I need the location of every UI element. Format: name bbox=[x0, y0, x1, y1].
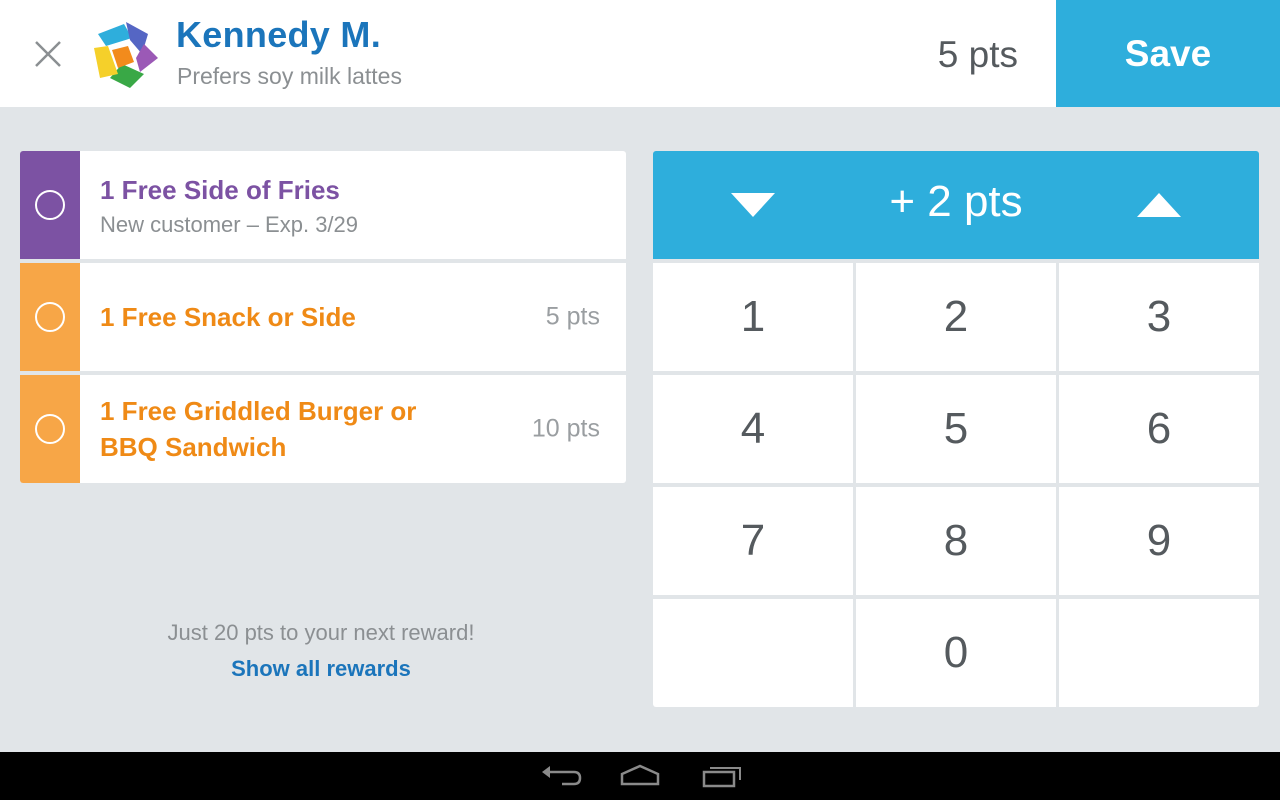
triangle-up-icon bbox=[1137, 193, 1181, 217]
key-6[interactable]: 6 bbox=[1059, 375, 1259, 483]
increment-button[interactable] bbox=[1099, 151, 1219, 259]
points-adjuster: + 2 pts bbox=[653, 151, 1259, 259]
key-8[interactable]: 8 bbox=[856, 487, 1056, 595]
reward-body: 1 Free Side of Fries New customer – Exp.… bbox=[80, 151, 626, 259]
reward-points: 10 pts bbox=[531, 414, 600, 443]
close-button[interactable] bbox=[28, 34, 68, 74]
reward-item-fries[interactable]: 1 Free Side of Fries New customer – Exp.… bbox=[20, 151, 626, 259]
show-all-rewards-link[interactable]: Show all rewards bbox=[20, 656, 622, 682]
reward-item-burger[interactable]: 1 Free Griddled Burger or BBQ Sandwich 1… bbox=[20, 371, 626, 483]
reward-accent-strip bbox=[20, 263, 80, 371]
reward-accent-strip bbox=[20, 151, 80, 259]
key-4[interactable]: 4 bbox=[653, 375, 853, 483]
key-3[interactable]: 3 bbox=[1059, 263, 1259, 371]
save-button[interactable]: Save bbox=[1056, 0, 1280, 107]
points-value: + 2 pts bbox=[889, 177, 1023, 226]
key-9[interactable]: 9 bbox=[1059, 487, 1259, 595]
customer-name: Kennedy M. bbox=[176, 14, 382, 55]
key-1[interactable]: 1 bbox=[653, 263, 853, 371]
recent-apps-button[interactable] bbox=[694, 760, 750, 792]
points-keypad: + 2 pts 1 2 3 4 5 6 7 8 9 0 bbox=[653, 151, 1259, 707]
reward-body: 1 Free Griddled Burger or BBQ Sandwich 1… bbox=[80, 375, 626, 483]
reward-accent-strip bbox=[20, 375, 80, 483]
system-nav-bar bbox=[0, 752, 1280, 800]
recent-apps-icon bbox=[702, 767, 741, 788]
next-reward-text: Just 20 pts to your next reward! bbox=[167, 620, 475, 645]
customer-note: Prefers soy milk lattes bbox=[177, 63, 402, 89]
reward-title: 1 Free Side of Fries bbox=[100, 175, 340, 205]
key-empty-left bbox=[653, 599, 853, 707]
number-keys: 1 2 3 4 5 6 7 8 9 0 bbox=[653, 263, 1259, 707]
points-total: 5 pts bbox=[937, 34, 1018, 75]
radio-button[interactable] bbox=[35, 302, 65, 332]
reward-points: 5 pts bbox=[545, 302, 600, 331]
home-icon bbox=[620, 764, 660, 786]
radio-button[interactable] bbox=[35, 414, 65, 444]
triangle-down-icon bbox=[731, 193, 775, 217]
back-icon bbox=[542, 766, 582, 786]
key-0[interactable]: 0 bbox=[856, 599, 1056, 707]
key-5[interactable]: 5 bbox=[856, 375, 1056, 483]
reward-item-snack[interactable]: 1 Free Snack or Side 5 pts bbox=[20, 259, 626, 371]
key-empty-right bbox=[1059, 599, 1259, 707]
rewards-list: 1 Free Side of Fries New customer – Exp.… bbox=[20, 151, 626, 483]
pinwheel-logo-icon bbox=[88, 16, 162, 90]
radio-button[interactable] bbox=[35, 190, 65, 220]
reward-subtitle: New customer – Exp. 3/29 bbox=[100, 212, 359, 237]
key-7[interactable]: 7 bbox=[653, 487, 853, 595]
key-2[interactable]: 2 bbox=[856, 263, 1056, 371]
home-button[interactable] bbox=[612, 760, 668, 792]
header: Kennedy M. Prefers soy milk lattes 5 pts… bbox=[0, 0, 1280, 107]
close-icon bbox=[35, 41, 61, 67]
reward-body: 1 Free Snack or Side 5 pts bbox=[80, 263, 626, 371]
decrement-button[interactable] bbox=[693, 151, 813, 259]
back-button[interactable] bbox=[532, 760, 588, 792]
